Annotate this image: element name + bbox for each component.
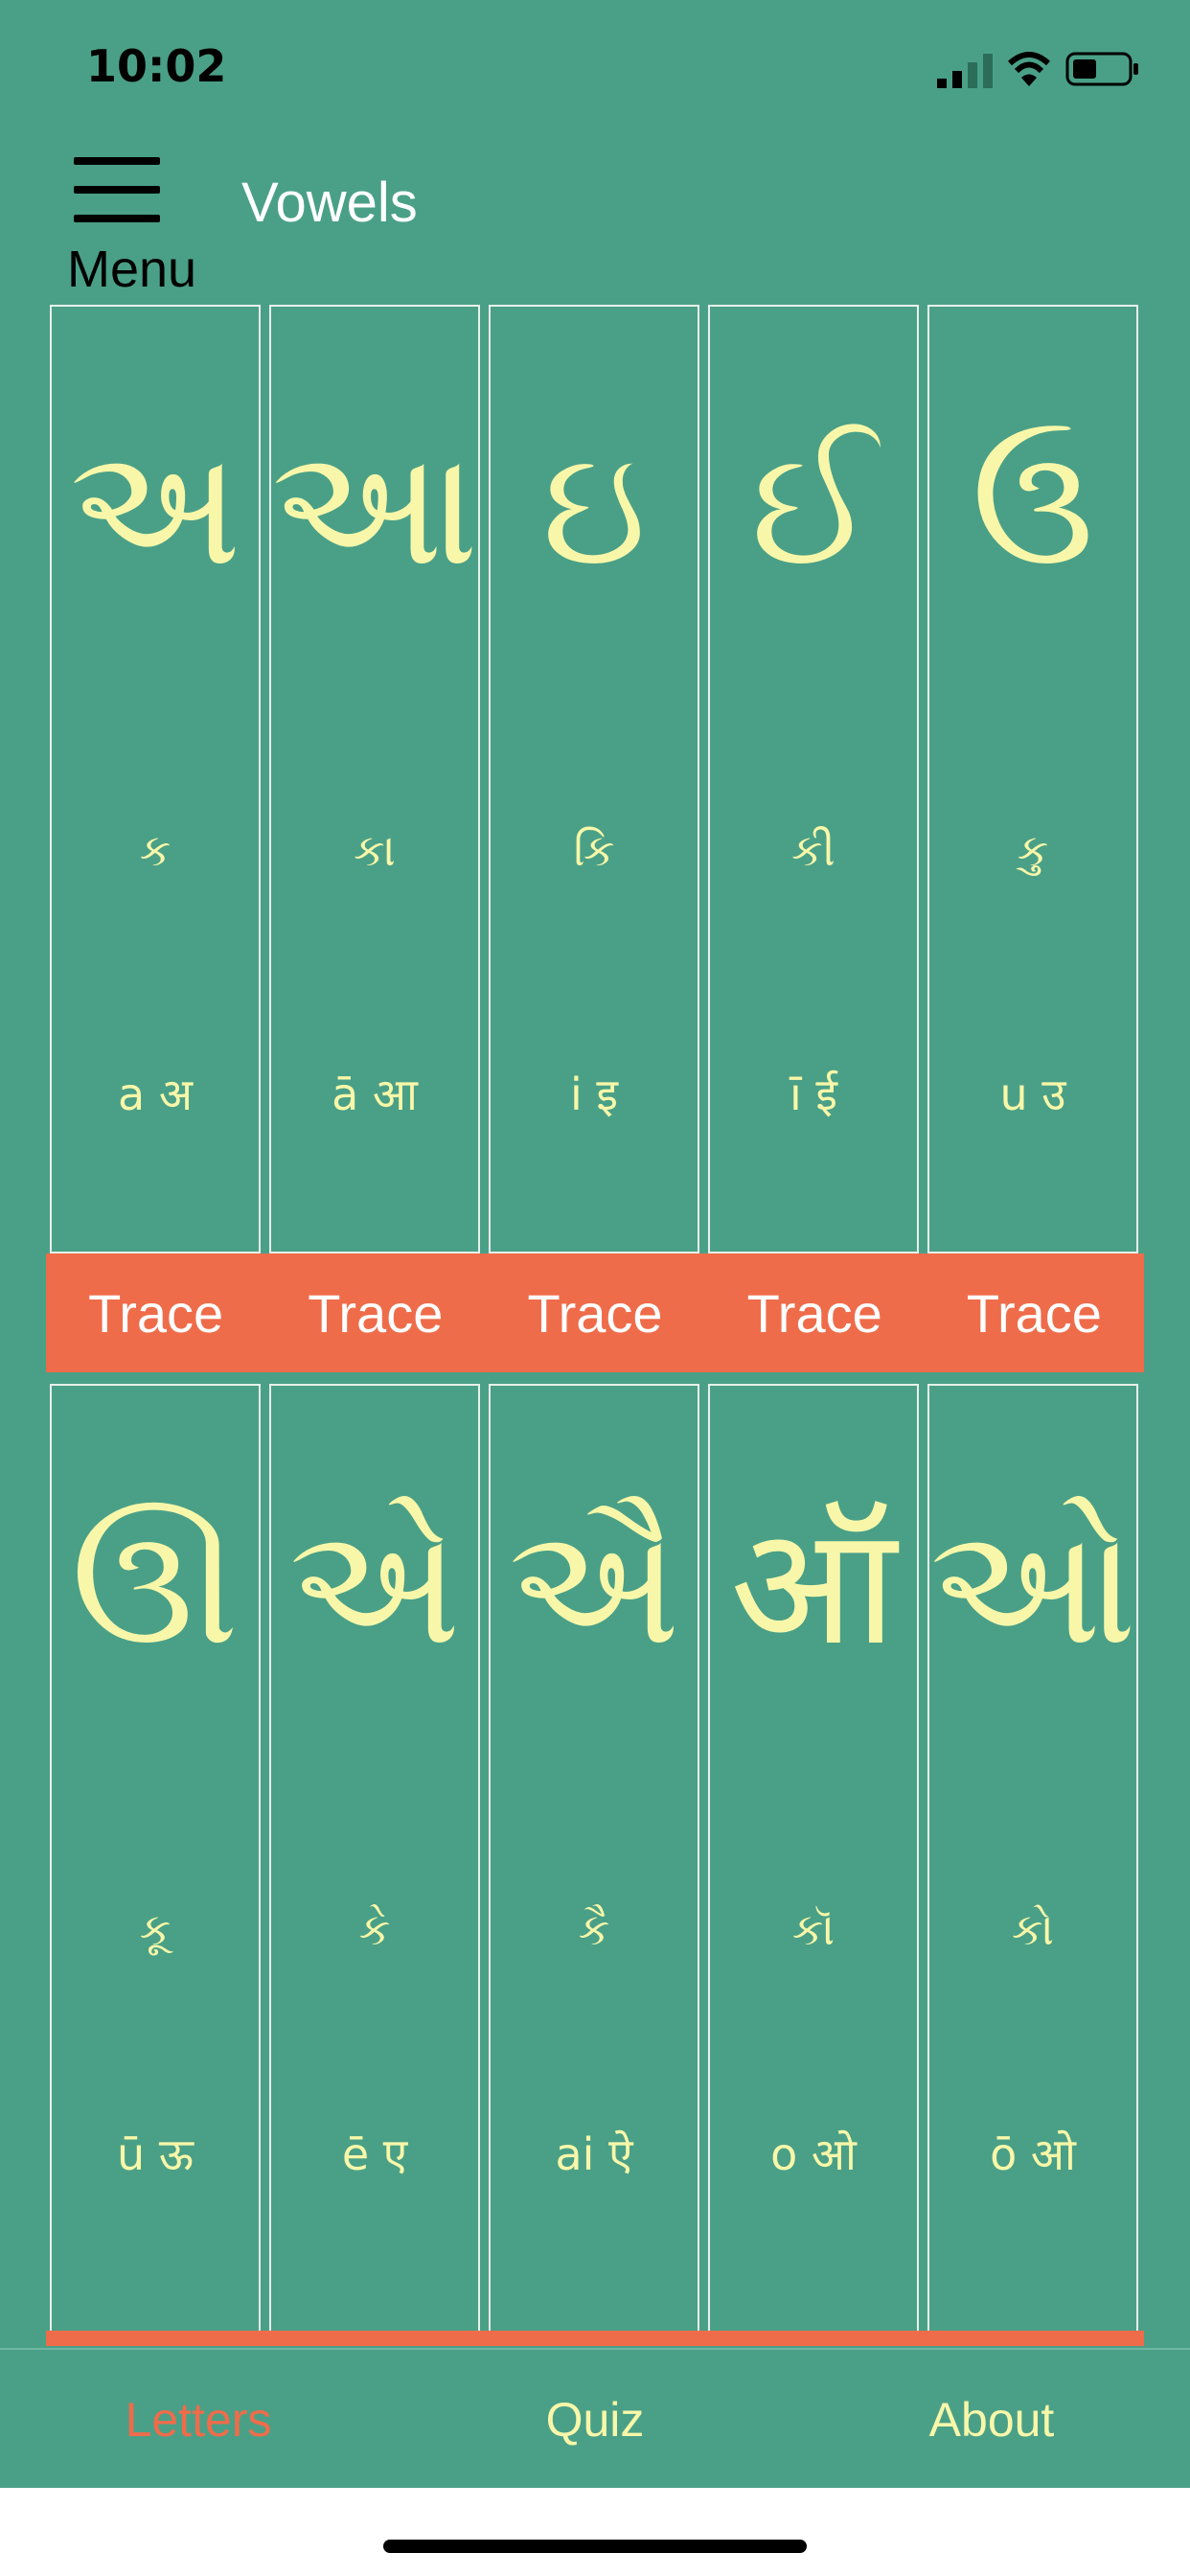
vowel-card[interactable]: ऑ કૉ o ओ <box>708 1384 919 2333</box>
transliteration: ā आ <box>332 1069 418 1120</box>
vowel-glyph: ઈ <box>750 413 877 603</box>
hamburger-menu-icon <box>74 157 160 222</box>
trace-button[interactable]: Trace <box>925 1254 1144 1372</box>
transliteration: ai ऐ <box>555 2128 633 2180</box>
consonant-example: કી <box>791 824 835 876</box>
trace-button[interactable]: Trace <box>46 1254 265 1372</box>
trace-bar-bottom-edge <box>46 2331 1144 2346</box>
consonant-example: કો <box>1012 1903 1054 1955</box>
vowel-grid-row-2: ઊ કૂ ū ऊ એ કે ē ए ઐ કૈ ai ऐ ऑ કૉ o ओ ઓ ક… <box>50 1384 1138 2333</box>
consonant-example: કુ <box>1017 824 1049 876</box>
consonant-example: કૉ <box>791 1903 835 1955</box>
consonant-example: કે <box>358 1903 391 1955</box>
status-time: 10:02 <box>86 40 227 92</box>
vowel-glyph: ઓ <box>929 1492 1137 1682</box>
consonant-example: કા <box>354 824 396 876</box>
vowel-glyph: ઇ <box>541 413 647 603</box>
consonant-example: ક <box>139 824 172 876</box>
vowel-glyph: ઊ <box>71 1492 240 1682</box>
vowel-card[interactable]: ઐ કૈ ai ऐ <box>489 1384 699 2333</box>
trace-bar: Trace Trace Trace Trace Trace <box>46 1254 1144 1372</box>
vowel-glyph: અ <box>69 413 241 603</box>
transliteration: a अ <box>118 1069 193 1120</box>
vowel-glyph: ઐ <box>508 1492 680 1682</box>
vowel-card[interactable]: ઉ કુ u उ <box>927 305 1138 1254</box>
vowel-glyph: ઉ <box>971 413 1095 603</box>
cellular-signal-icon <box>937 54 993 88</box>
consonant-example: કિ <box>573 824 615 876</box>
home-indicator-area <box>0 2488 1190 2576</box>
vowel-card[interactable]: આ કા ā आ <box>269 305 480 1254</box>
vowel-glyph: આ <box>271 413 479 603</box>
vowel-card[interactable]: અ ક a अ <box>50 305 261 1254</box>
trace-button[interactable]: Trace <box>705 1254 925 1372</box>
menu-button[interactable]: Menu <box>59 144 222 298</box>
transliteration: ī ई <box>790 1069 837 1120</box>
tab-letters[interactable]: Letters <box>0 2350 397 2490</box>
vowel-card[interactable]: ઈ કી ī ई <box>708 305 919 1254</box>
tab-quiz[interactable]: Quiz <box>397 2350 793 2490</box>
home-indicator[interactable] <box>383 2540 807 2553</box>
tab-about[interactable]: About <box>793 2350 1190 2490</box>
transliteration: i इ <box>570 1069 618 1120</box>
menu-label: Menu <box>67 241 197 298</box>
trace-button[interactable]: Trace <box>265 1254 485 1372</box>
transliteration: ē ए <box>341 2128 408 2180</box>
transliteration: ō ओ <box>990 2128 1076 2180</box>
page-title: Vowels <box>241 172 418 234</box>
vowel-card[interactable]: ઇ કિ i इ <box>489 305 699 1254</box>
vowel-glyph: એ <box>288 1492 461 1682</box>
status-bar: 10:02 <box>0 0 1190 134</box>
transliteration: o ओ <box>770 2128 857 2180</box>
vowel-glyph: ऑ <box>730 1492 897 1682</box>
consonant-example: કૂ <box>139 1903 172 1955</box>
navigation-bar: Menu Vowels <box>0 134 1190 298</box>
vowel-card[interactable]: ઊ કૂ ū ऊ <box>50 1384 261 2333</box>
battery-icon <box>1065 52 1138 86</box>
transliteration: u उ <box>999 1069 1066 1120</box>
tab-bar: Letters Quiz About <box>0 2348 1190 2490</box>
consonant-example: કૈ <box>578 1903 610 1955</box>
transliteration: ū ऊ <box>117 2128 194 2180</box>
vowel-grid-row-1: અ ક a अ આ કા ā आ ઇ કિ i इ ઈ કી ī ई ઉ કુ … <box>50 305 1138 1254</box>
wifi-icon <box>1007 52 1051 86</box>
trace-button[interactable]: Trace <box>485 1254 704 1372</box>
vowel-card[interactable]: એ કે ē ए <box>269 1384 480 2333</box>
vowel-card[interactable]: ઓ કો ō ओ <box>927 1384 1138 2333</box>
